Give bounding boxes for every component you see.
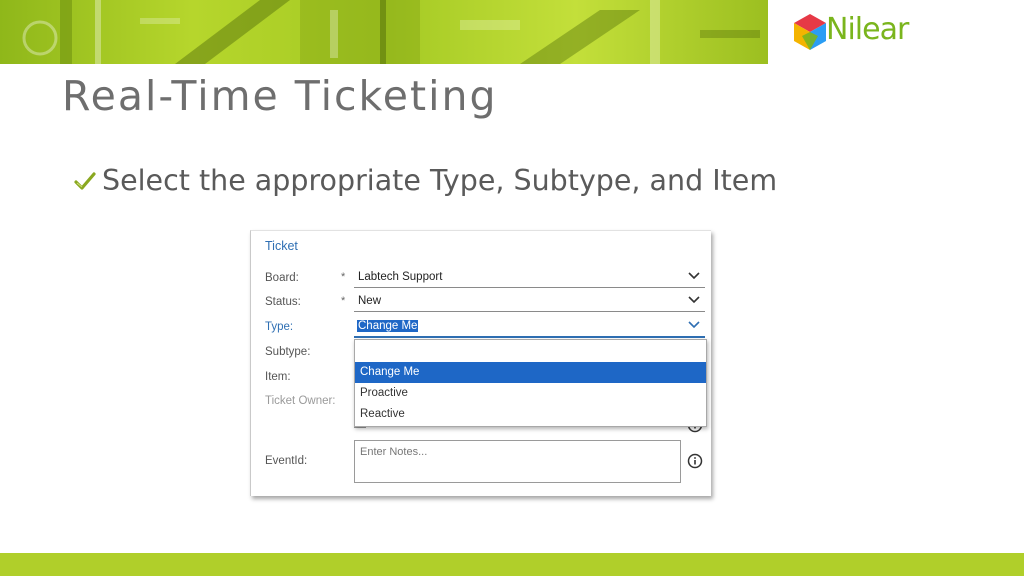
chevron-down-icon[interactable]: [687, 271, 701, 281]
chevron-down-icon[interactable]: [687, 320, 701, 330]
type-select[interactable]: Change Me: [354, 317, 705, 338]
status-required-mark: *: [341, 295, 346, 307]
notes-input[interactable]: Enter Notes...: [354, 440, 681, 483]
section-title-ticket: Ticket: [265, 239, 298, 253]
board-label: Board:: [265, 272, 299, 284]
type-label: Type:: [265, 321, 294, 333]
hexagon-cube-logo-icon: [794, 14, 826, 50]
slide-title: Real-Time Ticketing: [62, 72, 498, 120]
option-label: Reactive: [360, 408, 405, 420]
dropdown-option-blank[interactable]: [355, 340, 706, 361]
bullet-text: Select the appropriate Type, Subtype, an…: [102, 164, 778, 197]
status-value: New: [358, 295, 382, 307]
board-required-mark: *: [341, 271, 346, 283]
chevron-down-icon[interactable]: [687, 295, 701, 305]
checkmark-icon: [74, 171, 96, 190]
dropdown-option-change-me[interactable]: Change Me: [355, 362, 706, 383]
logo-text: Nilear: [826, 12, 909, 47]
ticket-owner-label: Ticket Owner:: [265, 395, 336, 407]
option-label: Change Me: [360, 366, 420, 378]
board-select[interactable]: Labtech Support: [354, 268, 705, 288]
info-icon[interactable]: [687, 453, 703, 469]
status-select[interactable]: New: [354, 292, 705, 312]
status-label: Status:: [265, 296, 301, 308]
type-value: Change Me: [357, 320, 419, 332]
company-logo: Nilear: [790, 10, 930, 56]
header-banner-image: [0, 0, 768, 64]
board-value: Labtech Support: [358, 271, 443, 283]
bullet-point: Select the appropriate Type, Subtype, an…: [74, 164, 777, 197]
item-label: Item:: [265, 371, 291, 383]
notes-placeholder: Enter Notes...: [360, 446, 428, 458]
footer-accent-bar: [0, 553, 1024, 576]
event-id-label: EventId:: [265, 455, 308, 467]
type-dropdown-list: Change Me Proactive Reactive: [354, 339, 707, 427]
ticket-form: Ticket Board: * Labtech Support Status: …: [250, 230, 711, 496]
option-label: Proactive: [360, 387, 408, 399]
subtype-label: Subtype:: [265, 346, 311, 358]
dropdown-option-proactive[interactable]: Proactive: [355, 383, 706, 404]
dropdown-option-reactive[interactable]: Reactive: [355, 404, 706, 425]
